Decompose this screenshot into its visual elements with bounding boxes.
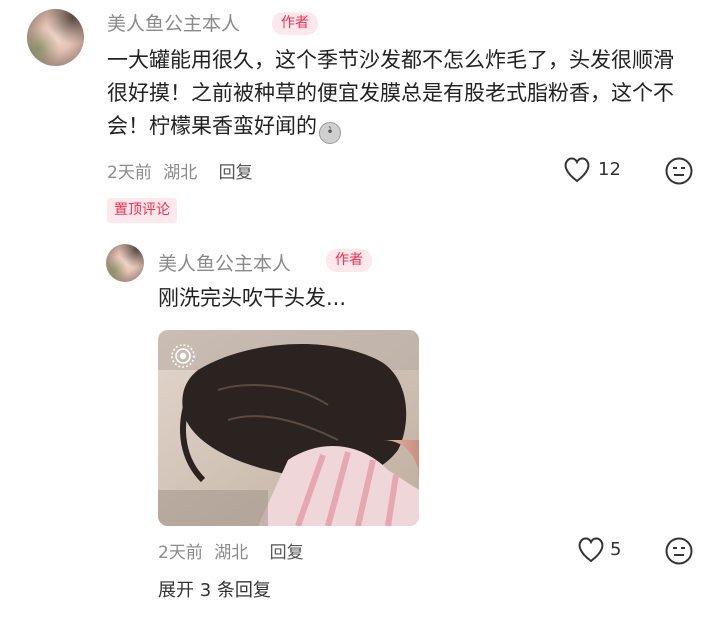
heart-icon	[578, 537, 604, 563]
comment-reply-button[interactable]: 回复	[219, 163, 253, 183]
smiley-icon	[665, 157, 693, 185]
comment-time: 2天前	[107, 163, 152, 183]
heart-icon	[564, 157, 590, 183]
expand-replies-button[interactable]: 展开 3 条回复	[158, 576, 271, 602]
reply-avatar[interactable]	[106, 244, 144, 282]
emoji-icon: •̀	[319, 122, 341, 144]
reply-text: 刚洗完头吹干头发...	[158, 286, 347, 310]
pinned-comment-badge: 置顶评论	[107, 198, 177, 223]
reply-author-badge: 作者	[326, 249, 372, 272]
reply-emoji-react-button[interactable]	[664, 536, 694, 566]
reply-meta: 2天前 湖北 回复	[158, 538, 304, 563]
comment-author-badge: 作者	[272, 12, 318, 35]
comment-text: 一大罐能用很久，这个季节沙发都不怎么炸毛了，头发很顺滑很好摸！之前被种草的便宜发…	[107, 44, 687, 144]
comment-author-name[interactable]: 美人鱼公主本人	[107, 9, 240, 36]
live-photo-icon[interactable]	[170, 343, 196, 369]
reply-reply-button[interactable]: 回复	[270, 543, 304, 563]
comment-emoji-react-button[interactable]	[664, 156, 694, 186]
reply-time: 2天前	[158, 543, 203, 563]
smiley-icon	[665, 537, 693, 565]
comment-avatar[interactable]	[27, 9, 84, 66]
reply-like-button[interactable]: 5	[576, 536, 636, 566]
reply-image[interactable]	[158, 330, 419, 526]
comment-like-button[interactable]: 12	[562, 156, 632, 186]
comment-like-count: 12	[598, 159, 621, 180]
comment-text-content: 一大罐能用很久，这个季节沙发都不怎么炸毛了，头发很顺滑很好摸！之前被种草的便宜发…	[107, 48, 674, 138]
comment-meta: 2天前 湖北 回复	[107, 158, 253, 183]
comment-location: 湖北	[163, 163, 198, 183]
reply-location: 湖北	[214, 543, 249, 563]
reply-author-name[interactable]: 美人鱼公主本人	[158, 249, 291, 276]
reply-like-count: 5	[610, 539, 622, 560]
photo-content	[158, 330, 419, 526]
